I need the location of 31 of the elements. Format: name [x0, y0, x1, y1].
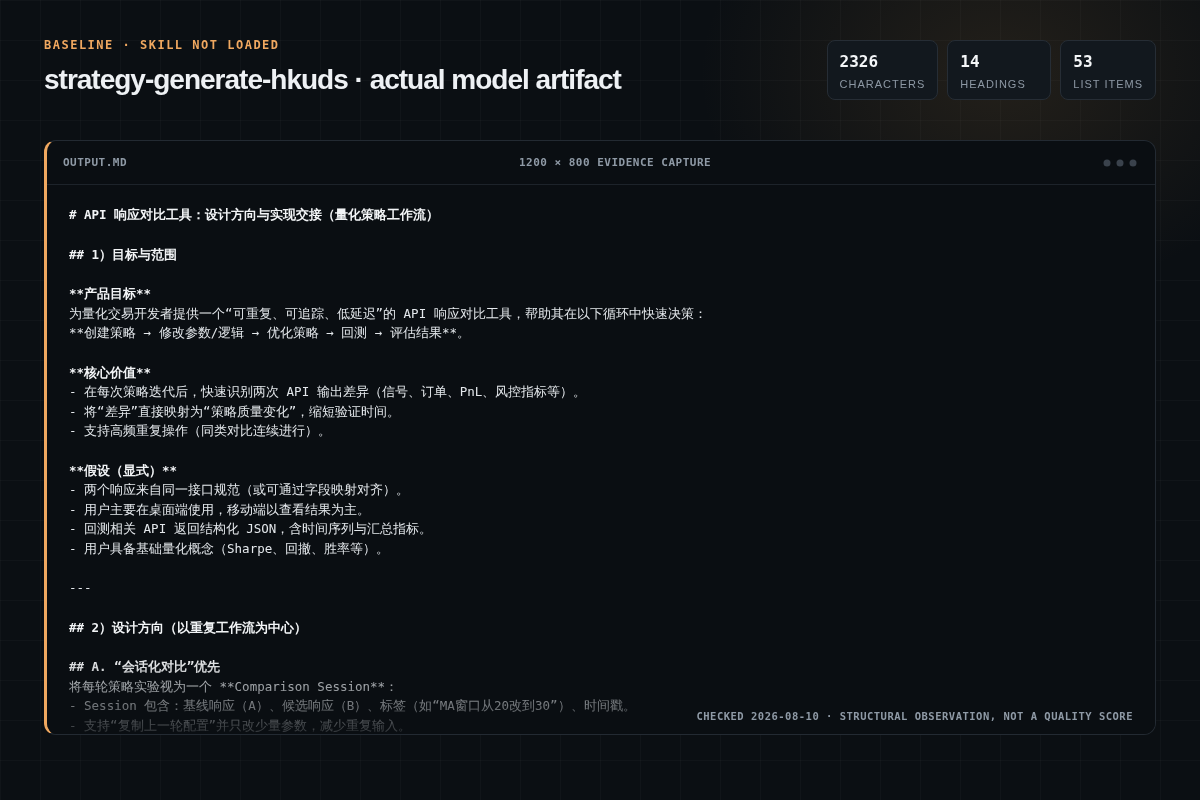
page-title: strategy-generate-hkuds · actual model artifact	[44, 64, 621, 96]
stat-value: 14	[960, 52, 981, 71]
stat-label: HEADINGS	[960, 78, 1027, 90]
markdown-line: - 两个响应来自同一接口规范（或可通过字段映射对齐）。	[69, 481, 410, 499]
stat-label: CHARACTERS	[839, 78, 926, 90]
markdown-line: - 回测相关 API 返回结构化 JSON，含时间序列与汇总指标。	[69, 520, 433, 538]
markdown-line: 为量化交易开发者提供一个“可重复、可追踪、低延迟”的 API 响应对比工具，帮助其在以下循环中快速决策：	[69, 304, 707, 323]
markdown-line: **核心价值**	[69, 363, 152, 382]
markdown-line: 将每轮策略实验视为一个 **Comparison Session**：	[69, 677, 399, 696]
markdown-line: ## 1）目标与范围	[69, 245, 178, 264]
markdown-line: ---	[69, 579, 92, 597]
markdown-line: **假设（显式）**	[69, 461, 178, 480]
markdown-line: ## 2）设计方向（以重复工作流为中心）	[69, 618, 308, 637]
stat-value: 2326	[839, 52, 880, 71]
markdown-line: - 在每次策略迭代后，快速识别两次 API 输出差异（信号、订单、PnL、风控指标等）。	[69, 383, 587, 401]
stat-value: 53	[1073, 52, 1094, 71]
markdown-line: - 用户具备基础量化概念（Sharpe、回撤、胜率等）。	[69, 539, 390, 558]
markdown-line: ## A. “会话化对比”优先	[69, 658, 221, 676]
footer-note: CHECKED 2026-08-10 · STRUCTURAL OBSERVATION, NOT A QUALITY SCORE	[696, 710, 1133, 722]
markdown-line: **创建策略 → 修改参数/逻辑 → 优化策略 → 回测 → 评估结果**。	[69, 324, 470, 342]
more-dots-icon	[1103, 158, 1137, 167]
markdown-line: - 用户主要在桌面端使用，移动端以查看结果为主。	[69, 500, 371, 519]
eyebrow-label: BASELINE · SKILL NOT LOADED	[44, 38, 281, 52]
capture-caption: 1200 × 800 EVIDENCE CAPTURE	[518, 156, 712, 169]
stat-label: LIST ITEMS	[1073, 78, 1143, 90]
markdown-line: - Session 包含：基线响应（A）、候选响应（B）、标签（如“MA窗口从20改到30”）、时间戳。	[69, 697, 636, 715]
markdown-line: # API 响应对比工具：设计方向与实现交接（量化策略工作流）	[69, 206, 440, 224]
markdown-line: - 将“差异”直接映射为“策略质量变化”，缩短验证时间。	[69, 402, 401, 421]
markdown-line: **产品目标**	[69, 285, 152, 303]
markdown-line: - 支持高频重复操作（同类对比连续进行）。	[69, 422, 332, 440]
file-name: OUTPUT.MD	[63, 156, 128, 169]
